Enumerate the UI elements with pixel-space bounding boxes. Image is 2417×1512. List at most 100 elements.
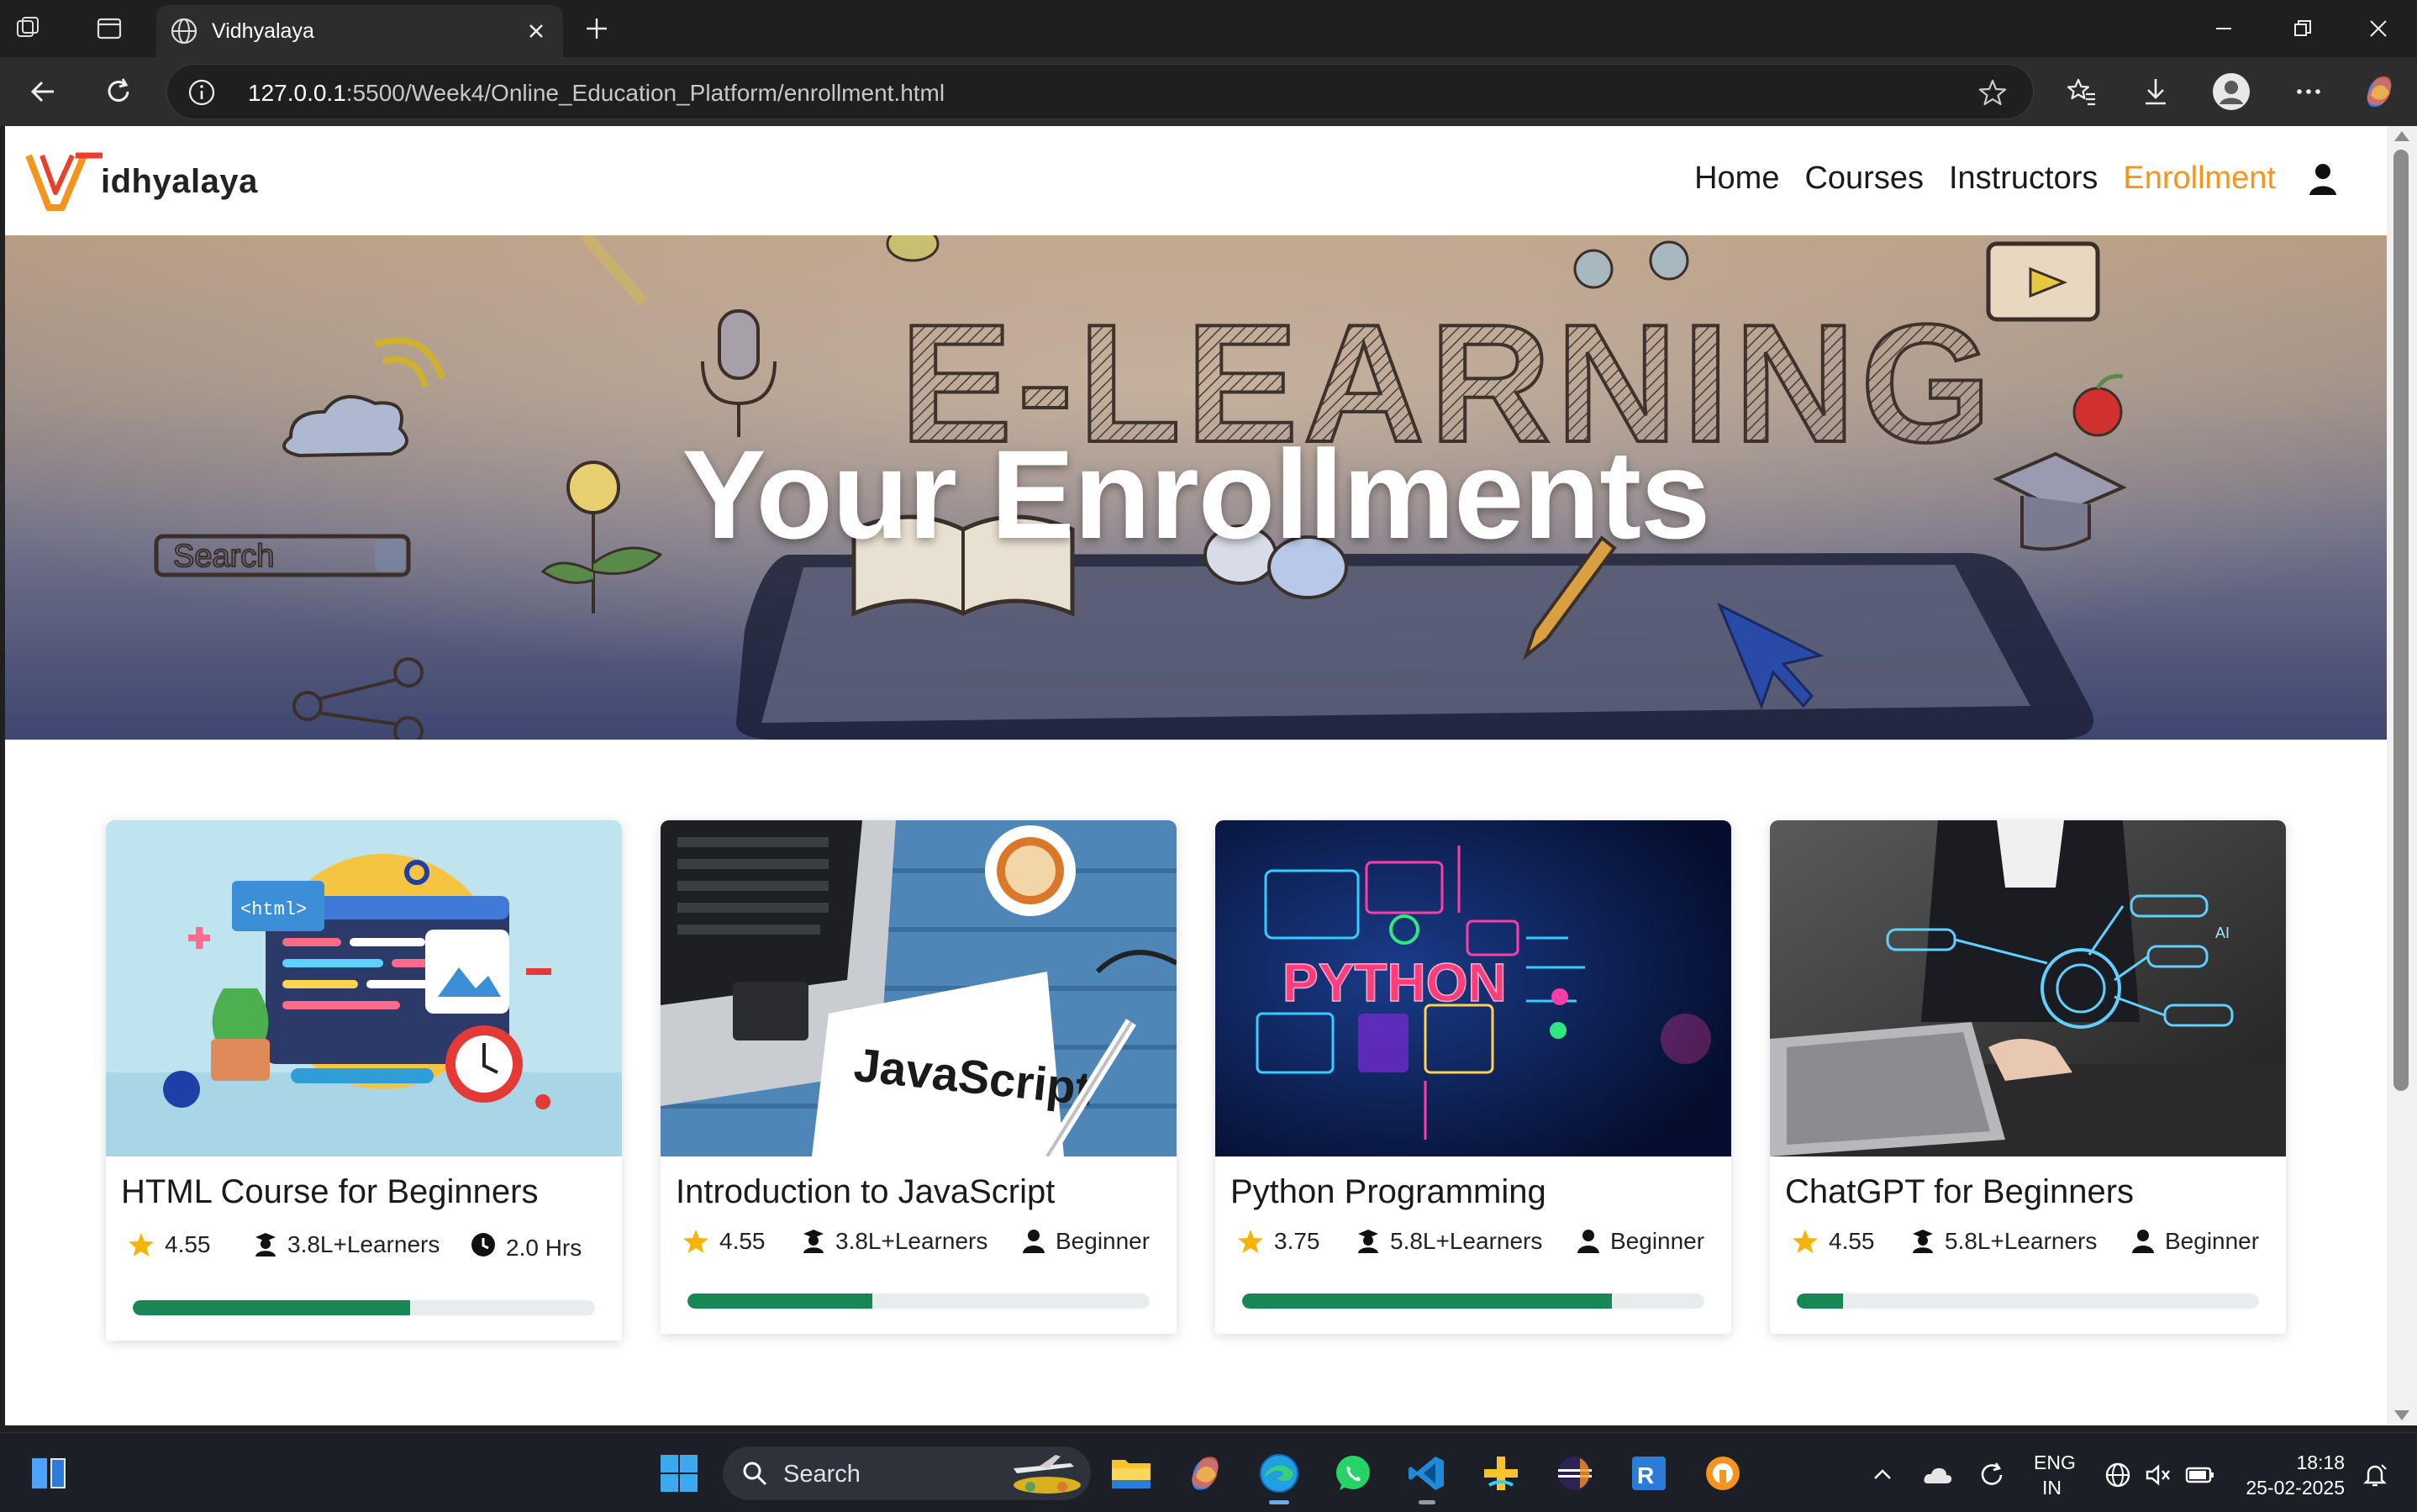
app-icon-circle[interactable] [1699,1450,1746,1497]
course-card[interactable]: JavaScript Introduction to JavaScript 4.… [661,820,1177,1334]
clock-time[interactable]: 18:18 [2289,1451,2345,1474]
onedrive-weather-icon[interactable] [1921,1458,1955,1492]
region-indicator[interactable]: IN [2042,1477,2062,1499]
learners-value: 5.8L+Learners [1945,1228,2098,1254]
network-globe-icon[interactable] [2101,1458,2135,1492]
course-meta: 4.55 3.8L+Learners 2.0 Hrs [128,1228,622,1262]
progress-bar [1242,1293,1704,1309]
address-bar[interactable]: 127.0.0.1:5500/Week4/Online_Education_Pl… [166,64,2034,119]
tab-title: Vidhyalaya [212,19,314,43]
app-icon-plus[interactable] [1477,1450,1524,1497]
taskbar: Search R ENG IN 18:18 25-02-2025 [0,1432,2417,1512]
taskbar-search[interactable]: Search [723,1446,1091,1500]
nav-home-link[interactable]: Home [1694,161,1779,197]
course-card[interactable]: <html> HTML Course for Beginners 4.55 3.… [106,820,622,1341]
file-explorer-icon[interactable] [1108,1450,1155,1497]
course-title[interactable]: ChatGPT for Beginners [1785,1173,2286,1211]
copilot-icon[interactable] [2360,72,2399,111]
new-tab-icon[interactable] [580,12,613,45]
restore-icon[interactable] [2277,10,2328,47]
globe-icon [171,18,197,45]
nav-instructors-link[interactable]: Instructors [1949,161,2098,197]
close-window-icon[interactable] [2353,10,2404,47]
user-account-icon[interactable] [2304,160,2341,197]
scrollbar-thumb[interactable] [2393,150,2409,1091]
duration-value: 2.0 Hrs [506,1235,582,1261]
rating: 3.75 [1237,1228,1356,1255]
learners: 5.8L+Learners [1356,1228,1577,1255]
course-title[interactable]: Introduction to JavaScript [676,1173,1177,1211]
site-nav-links: Home Courses Instructors Enrollment [1694,160,2341,197]
language-indicator[interactable]: ENG [2034,1451,2076,1474]
favorite-star-icon[interactable] [1977,77,2008,108]
close-tab-icon[interactable] [519,14,553,48]
back-icon[interactable] [24,72,62,111]
tray-overflow-chevron-icon[interactable] [1866,1458,1899,1492]
rating: 4.55 [1792,1228,1911,1255]
hero-banner: E-LEARNING Search Your Enrollments [5,235,2387,740]
course-meta: 4.55 5.8L+Learners Beginner [1792,1228,2286,1255]
rating-value: 3.75 [1274,1228,1320,1254]
course-card[interactable]: AI ChatGPT for Beginners 4.55 5.8L+Learn… [1770,820,2286,1334]
course-title[interactable]: HTML Course for Beginners [121,1173,622,1211]
rider-icon[interactable]: R [1625,1450,1672,1497]
course-meta: 4.55 3.8L+Learners Beginner [682,1228,1177,1255]
level: Beginner [1022,1228,1150,1255]
active-app-indicator [1269,1500,1289,1504]
url-text[interactable]: 127.0.0.1:5500/Week4/Online_Education_Pl… [248,80,945,107]
edge-browser-icon[interactable] [1256,1450,1303,1504]
refresh-icon[interactable] [99,72,138,111]
course-card[interactable]: PYTHON Python Programming 3.75 5.8L+Lear… [1215,820,1731,1334]
sync-icon[interactable] [1975,1458,2009,1492]
profile-avatar[interactable] [2212,72,2251,111]
volume-muted-icon[interactable] [2141,1458,2175,1492]
course-title[interactable]: Python Programming [1230,1173,1731,1211]
star-icon [1793,1230,1818,1253]
start-windows-icon[interactable] [656,1450,703,1497]
browser-titlebar: Vidhyalaya [0,0,2417,57]
browser-toolbar: 127.0.0.1:5500/Week4/Online_Education_Pl… [0,57,2417,126]
notifications-bell-icon[interactable] [2358,1458,2392,1492]
favorites-icon[interactable] [2062,72,2101,111]
thumb-html-text: <html> [240,899,307,920]
course-meta: 3.75 5.8L+Learners Beginner [1237,1228,1731,1255]
search-highlight-icon [1014,1455,1081,1494]
page-scrollbar[interactable] [2387,126,2417,1425]
learner-icon [803,1230,824,1253]
level: Beginner [2131,1228,2259,1255]
tab-actions-icon[interactable] [92,12,126,45]
nav-courses-link[interactable]: Courses [1804,161,1924,197]
star-icon [1238,1230,1263,1253]
workspaces-icon[interactable] [12,12,45,45]
progress-bar [133,1300,595,1315]
eclipse-icon[interactable] [1551,1450,1598,1497]
vscode-icon[interactable] [1403,1450,1451,1504]
downloads-icon[interactable] [2136,72,2175,111]
nav-enrollment-link[interactable]: Enrollment [2123,161,2276,197]
site-logo[interactable]: idhyalaya [25,148,258,215]
learners-value: 3.8L+Learners [835,1228,988,1254]
taskbar-search-placeholder: Search [783,1461,861,1488]
open-app-indicator [1419,1500,1435,1504]
whatsapp-icon[interactable] [1330,1450,1377,1497]
learner-icon [1913,1230,1933,1253]
learners: 5.8L+Learners [1911,1228,2131,1255]
rating: 4.55 [682,1228,802,1255]
tab-vidhyalaya[interactable]: Vidhyalaya [156,5,563,57]
scroll-down-icon[interactable] [2394,1410,2409,1420]
site-info-icon[interactable] [187,78,216,107]
copilot-app-icon[interactable] [1182,1450,1229,1497]
progress-fill [133,1300,410,1315]
scroll-up-icon[interactable] [2394,131,2409,141]
clock-date[interactable]: 25-02-2025 [2239,1477,2345,1499]
more-options-icon[interactable] [2289,72,2328,111]
thumb-ai-text: AI [2215,925,2230,941]
level-value: Beginner [1056,1228,1151,1254]
level: Beginner [1577,1228,1704,1255]
course-thumbnail-html: <html> [106,820,622,1156]
clock-icon [471,1233,495,1256]
battery-icon[interactable] [2183,1458,2217,1492]
widgets-icon[interactable] [25,1450,72,1497]
user-icon [1023,1230,1045,1253]
minimize-icon[interactable] [2198,10,2249,47]
